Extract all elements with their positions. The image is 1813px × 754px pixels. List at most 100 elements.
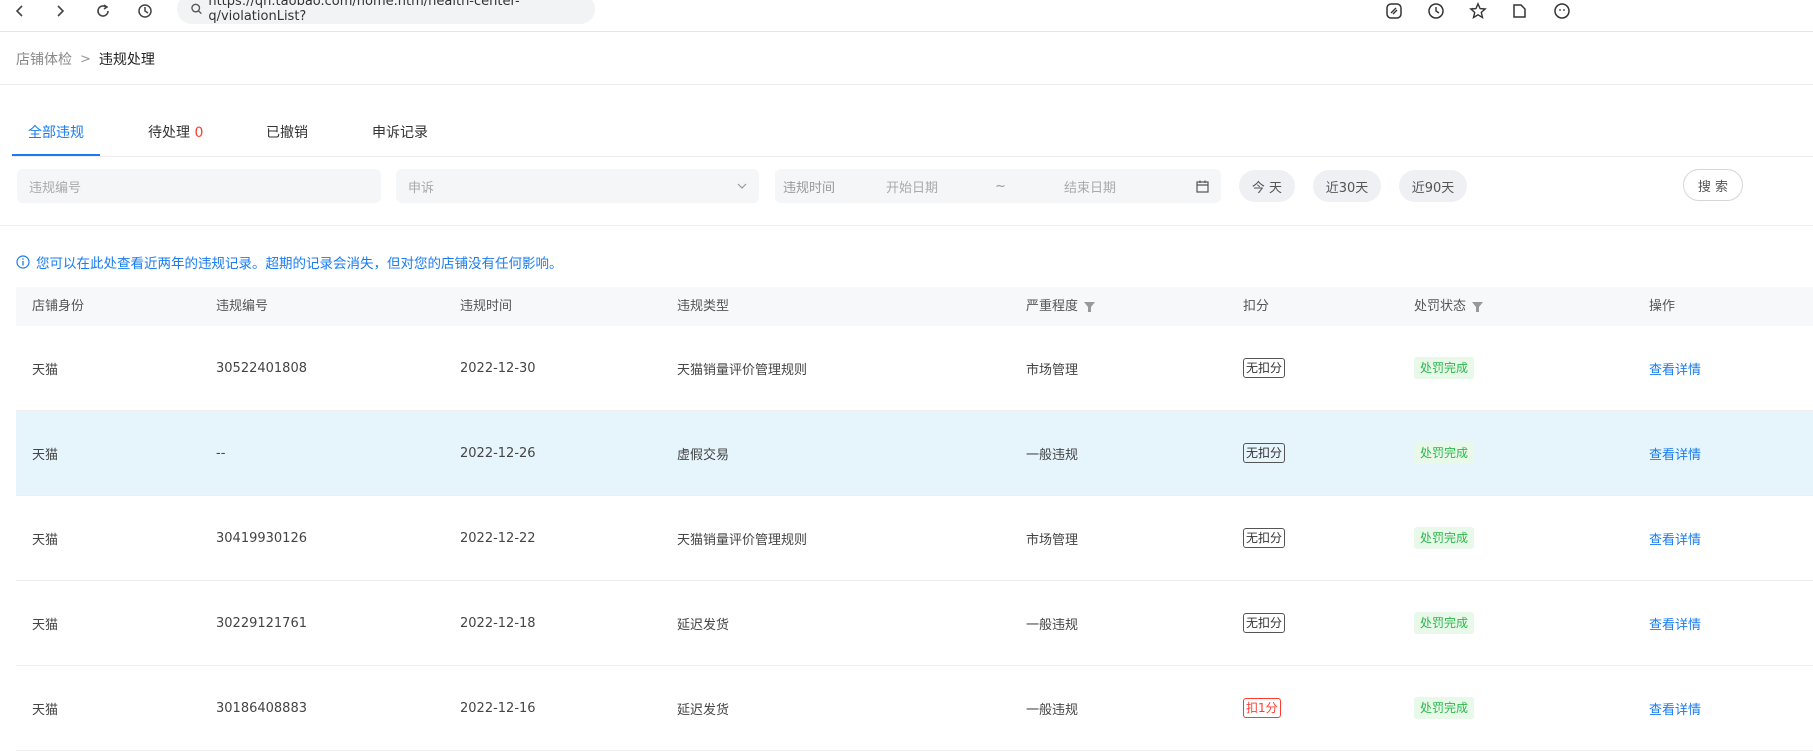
refresh-circle-icon[interactable] xyxy=(1425,0,1447,22)
folder-icon[interactable] xyxy=(1509,0,1531,22)
chevron-down-icon xyxy=(737,183,747,189)
status-badge: 处罚完成 xyxy=(1414,697,1475,719)
last-30-days-button[interactable]: 近30天 xyxy=(1313,170,1381,202)
cell-type: 天猫销量评价管理规则 xyxy=(677,362,808,378)
table-row: 天猫 30419930126 2022-12-22 天猫销量评价管理规则 市场管… xyxy=(16,496,1813,581)
table-row: 天猫 30522401808 2022-12-30 天猫销量评价管理规则 市场管… xyxy=(16,326,1813,411)
cell-type: 虚假交易 xyxy=(677,447,730,463)
view-details-link[interactable]: 查看详情 xyxy=(1649,614,1701,633)
extension-icon[interactable] xyxy=(1383,0,1405,22)
cell-type: 延迟发货 xyxy=(677,702,730,718)
breadcrumb-root[interactable]: 店铺体检 xyxy=(16,49,72,69)
status-badge: 处罚完成 xyxy=(1414,357,1475,379)
filter-icon[interactable] xyxy=(1084,301,1096,312)
col-severity-label: 严重程度 xyxy=(1026,299,1079,314)
cell-shop: 天猫 xyxy=(32,702,59,718)
cell-time: 2022-12-18 xyxy=(460,615,536,631)
info-icon xyxy=(16,255,30,269)
cell-time: 2022-12-30 xyxy=(460,360,536,376)
col-status-label: 处罚状态 xyxy=(1414,299,1467,314)
col-penalty-status: 处罚状态 xyxy=(1414,287,1484,326)
account-icon[interactable] xyxy=(1551,0,1573,22)
pending-count: 0 xyxy=(194,125,204,141)
divider xyxy=(0,225,1813,226)
info-notice: 您可以在此处查看近两年的违规记录。超期的记录会消失，但对您的店铺没有任何影响。 xyxy=(16,252,563,272)
address-bar[interactable]: https://qn.taobao.com/home.htm/health-ce… xyxy=(177,0,595,24)
view-details-link[interactable]: 查看详情 xyxy=(1649,529,1701,548)
points-tag: 无扣分 xyxy=(1243,443,1286,463)
reload-icon[interactable] xyxy=(91,0,115,22)
table-row: 天猫 30229121761 2022-12-18 延迟发货 一般违规 无扣分 … xyxy=(16,581,1813,666)
cell-type: 天猫销量评价管理规则 xyxy=(677,532,808,548)
history-icon[interactable] xyxy=(133,0,157,22)
cell-shop: 天猫 xyxy=(32,532,59,548)
cell-shop: 天猫 xyxy=(32,617,59,633)
forward-icon[interactable] xyxy=(48,0,72,22)
last-90-days-button[interactable]: 近90天 xyxy=(1399,170,1467,202)
col-action: 操作 xyxy=(1649,299,1676,314)
violation-no-input[interactable]: 违规编号 xyxy=(17,169,381,203)
cell-severity: 一般违规 xyxy=(1026,617,1079,633)
cell-shop: 天猫 xyxy=(32,447,59,463)
col-severity: 严重程度 xyxy=(1026,287,1096,326)
tab-all-violations[interactable]: 全部违规 xyxy=(12,122,100,156)
violation-no-placeholder: 违规编号 xyxy=(29,180,82,196)
status-badge: 处罚完成 xyxy=(1414,442,1475,464)
col-violation-time: 违规时间 xyxy=(460,299,513,314)
cell-violation-no: 30419930126 xyxy=(216,530,307,546)
end-date-input[interactable]: 结束日期 xyxy=(1064,177,1116,196)
col-violation-no: 违规编号 xyxy=(216,299,269,314)
points-tag: 无扣分 xyxy=(1243,613,1286,633)
cell-violation-no: 30522401808 xyxy=(216,360,307,376)
cell-violation-no: -- xyxy=(216,445,226,461)
tab-pending[interactable]: 待处理 0 xyxy=(148,122,203,156)
cell-severity: 一般违规 xyxy=(1026,702,1079,718)
col-violation-type: 违规类型 xyxy=(677,299,730,314)
tab-bar: 全部违规 待处理 0 已撤销 申诉记录 xyxy=(12,112,1813,157)
view-details-link[interactable]: 查看详情 xyxy=(1649,699,1701,718)
browser-toolbar: https://qn.taobao.com/home.htm/health-ce… xyxy=(0,0,1813,32)
breadcrumb-current: 违规处理 xyxy=(98,52,155,68)
date-range-separator: ~ xyxy=(995,178,1006,194)
table-row: 天猫 -- 2022-12-26 虚假交易 一般违规 无扣分 处罚完成 查看详情 xyxy=(16,411,1813,496)
breadcrumb-separator: > xyxy=(80,51,91,67)
appeal-select-value: 申诉 xyxy=(408,180,435,196)
view-details-link[interactable]: 查看详情 xyxy=(1649,444,1701,463)
back-icon[interactable] xyxy=(8,0,32,22)
start-date-input[interactable]: 开始日期 xyxy=(886,177,938,196)
status-badge: 处罚完成 xyxy=(1414,527,1475,549)
points-tag: 扣1分 xyxy=(1243,698,1281,718)
cell-time: 2022-12-16 xyxy=(460,700,536,716)
appeal-select[interactable]: 申诉 xyxy=(396,169,759,203)
filter-icon[interactable] xyxy=(1472,301,1484,312)
view-details-link[interactable]: 查看详情 xyxy=(1649,359,1701,378)
points-tag: 无扣分 xyxy=(1243,528,1286,548)
cell-shop: 天猫 xyxy=(32,362,59,378)
cell-severity: 市场管理 xyxy=(1026,362,1079,378)
notice-text: 您可以在此处查看近两年的违规记录。超期的记录会消失，但对您的店铺没有任何影响。 xyxy=(36,256,563,272)
violations-table: 店铺身份 违规编号 违规时间 违规类型 严重程度 扣分 处罚状态 操作 天猫 3… xyxy=(16,287,1813,751)
cell-severity: 一般违规 xyxy=(1026,447,1079,463)
status-badge: 处罚完成 xyxy=(1414,612,1475,634)
search-button[interactable]: 搜 索 xyxy=(1683,169,1743,201)
tab-revoked[interactable]: 已撤销 xyxy=(266,122,308,156)
cell-type: 延迟发货 xyxy=(677,617,730,633)
divider xyxy=(0,84,1813,85)
tab-label: 待处理 xyxy=(148,125,195,141)
date-range-picker[interactable]: 违规时间 开始日期 ~ 结束日期 xyxy=(775,169,1221,203)
calendar-icon xyxy=(1196,180,1209,193)
search-icon xyxy=(191,3,202,15)
cell-violation-no: 30186408883 xyxy=(216,700,307,716)
points-tag: 无扣分 xyxy=(1243,358,1286,378)
col-shop-identity: 店铺身份 xyxy=(32,299,85,314)
cell-time: 2022-12-22 xyxy=(460,530,536,546)
breadcrumb: 店铺体检 > 违规处理 xyxy=(16,49,155,69)
tab-label: 申诉记录 xyxy=(372,125,428,141)
url-text: https://qn.taobao.com/home.htm/health-ce… xyxy=(208,0,520,24)
cell-violation-no: 30229121761 xyxy=(216,615,307,631)
today-button[interactable]: 今 天 xyxy=(1239,170,1295,202)
star-icon[interactable] xyxy=(1467,0,1489,22)
cell-time: 2022-12-26 xyxy=(460,445,536,461)
tab-appeal-records[interactable]: 申诉记录 xyxy=(372,122,428,156)
table-row: 天猫 30186408883 2022-12-16 延迟发货 一般违规 扣1分 … xyxy=(16,666,1813,751)
